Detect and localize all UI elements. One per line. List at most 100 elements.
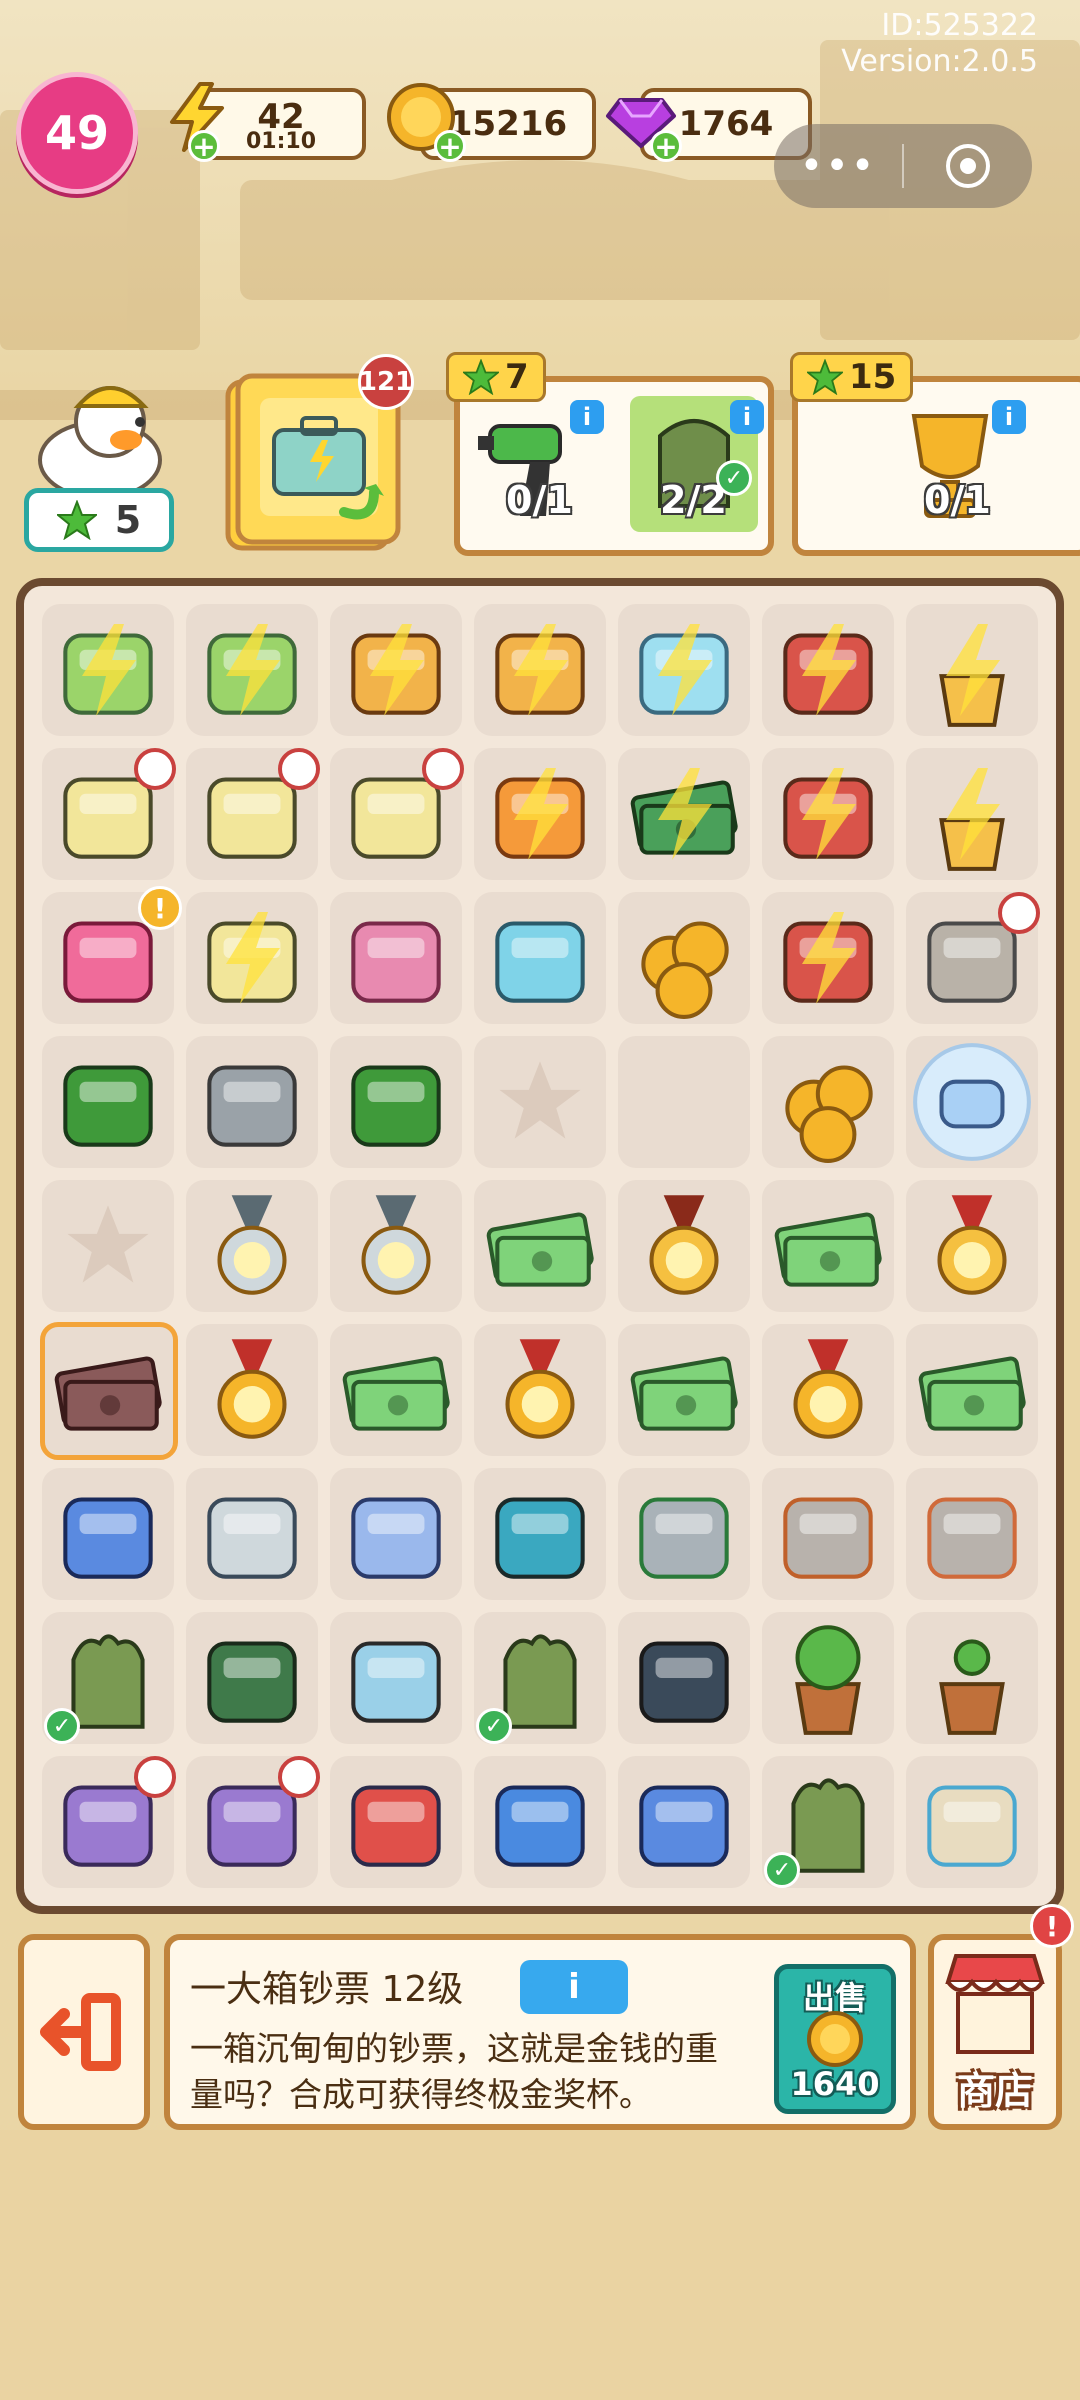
ab-wheel-icon[interactable] — [470, 1464, 610, 1604]
cash-bundle-stack-icon[interactable] — [614, 1320, 754, 1460]
coin-stack-icon[interactable] — [614, 888, 754, 1028]
item-info-panel: 一大箱钞票 12级 i 一箱沉甸甸的钞票，这就是金钱的重量吗？合成可获得终极金奖… — [164, 1934, 916, 2130]
hair-dryer-icon[interactable] — [38, 1464, 178, 1604]
item-title: 一大箱钞票 12级 — [190, 1969, 464, 2010]
hacksaw-icon[interactable] — [614, 1464, 754, 1604]
coin-icon — [807, 2011, 863, 2067]
order-2-item-1-progress: 0/1 — [924, 478, 991, 522]
energy-timer: 01:10 — [245, 129, 317, 154]
pliers-icon[interactable] — [326, 1032, 466, 1172]
push-up-bar-icon[interactable] — [182, 1608, 322, 1748]
wheelbarrow-tools-icon[interactable] — [758, 600, 898, 740]
ready-check-icon: ✓ — [44, 1708, 80, 1744]
cash-heap-icon[interactable] — [326, 1320, 466, 1460]
shop-button[interactable]: 商店 — [928, 1934, 1062, 2130]
wheelbarrow-tools-icon[interactable] — [758, 744, 898, 884]
order-1-stars: 7 — [505, 357, 529, 397]
board-cell[interactable] — [618, 1036, 750, 1168]
banknote-fan-icon[interactable] — [758, 1176, 898, 1316]
coin-pile-icon[interactable] — [758, 1032, 898, 1172]
gold-medal-crown-icon[interactable] — [182, 1320, 322, 1460]
bubble-pillow-icon[interactable] — [902, 1032, 1042, 1172]
potted-tree-icon[interactable] — [758, 1608, 898, 1748]
bath-tub-icon[interactable] — [614, 600, 754, 740]
hand-gripper-icon[interactable] — [182, 1464, 322, 1604]
more-menu-button[interactable]: ••• — [774, 143, 902, 189]
adjustable-wrench-icon[interactable] — [182, 1032, 322, 1172]
laptop-icon[interactable] — [182, 600, 322, 740]
cash-bundle-icon[interactable] — [902, 1320, 1042, 1460]
add-energy-button[interactable]: + — [188, 130, 220, 163]
player-id: ID:525322 — [881, 8, 1038, 43]
flower-pot-empty-icon[interactable] — [902, 744, 1042, 884]
close-target-button[interactable] — [904, 142, 1032, 190]
shop-alert-badge: ! — [1030, 1904, 1074, 1948]
potted-sprout-icon[interactable] — [902, 1608, 1042, 1748]
player-level: 49 — [44, 106, 109, 160]
green-star-icon — [807, 359, 843, 395]
order-1-item-2-info-button[interactable]: i — [730, 400, 764, 434]
gem-value: 1764 — [678, 104, 774, 144]
mini-program-capsule: ••• — [774, 124, 1032, 208]
worker-star-count: 5 — [24, 488, 174, 552]
player-level-badge[interactable]: 49 — [16, 72, 138, 194]
laptop-icon[interactable] — [38, 600, 178, 740]
order-1-reward: 7 — [446, 352, 546, 402]
build-info: ID:525322 Version:2.0.5 — [841, 8, 1038, 80]
wheelbarrow-tools-icon[interactable] — [758, 888, 898, 1028]
brick-icon[interactable] — [326, 888, 466, 1028]
coin-value: 15216 — [448, 104, 568, 144]
shop-label: 商店 — [956, 2069, 1033, 2113]
cooldown-timer-icon — [134, 748, 176, 790]
order-2-item-1-info-button[interactable]: i — [992, 400, 1026, 434]
order-1-item-1-info-button[interactable]: i — [570, 400, 604, 434]
duck-worker-icon — [38, 386, 162, 500]
cooldown-timer-icon — [278, 748, 320, 790]
order-2-reward: 15 — [790, 352, 914, 402]
cash-register-icon[interactable] — [614, 744, 754, 884]
gold-medal-1-icon[interactable] — [758, 1320, 898, 1460]
add-gems-button[interactable]: + — [650, 130, 682, 163]
merge-board: ✓ ✓ ✓! — [16, 578, 1064, 1914]
silver-medal-icon[interactable] — [182, 1176, 322, 1316]
selected-cell-highlight — [40, 1322, 178, 1460]
music-player-icon[interactable] — [470, 1752, 610, 1892]
generator-count: 121 — [358, 367, 414, 397]
wrist-roller-icon[interactable] — [326, 1608, 466, 1748]
sell-button[interactable]: 出售 1640 — [774, 1964, 896, 2114]
trash-bag-icon[interactable] — [614, 1608, 754, 1748]
hex-wrench-icon[interactable] — [38, 1032, 178, 1172]
item-info-button[interactable]: i — [520, 1960, 628, 2014]
star-empty-icon — [38, 1176, 178, 1316]
target-icon — [946, 144, 990, 188]
fruit-basket-icon[interactable] — [470, 744, 610, 884]
locker-open-icon[interactable] — [470, 600, 610, 740]
rubber-band-icon[interactable] — [470, 888, 610, 1028]
vr-goggles-icon[interactable] — [326, 1752, 466, 1892]
version-label: Version:2.0.5 — [841, 44, 1038, 79]
gold-ribbon-red-icon[interactable] — [902, 1176, 1042, 1316]
paint-bucket-icon[interactable] — [902, 1752, 1042, 1892]
silver-medal-icon[interactable] — [326, 1176, 466, 1316]
banknote-icon[interactable] — [470, 1176, 610, 1316]
add-coins-button[interactable]: + — [434, 130, 466, 163]
gold-medal-1-icon[interactable] — [470, 1320, 610, 1460]
worker-stars-value: 5 — [114, 498, 142, 542]
green-star-icon — [56, 500, 97, 540]
order-1-item-1-progress: 0/1 — [506, 478, 573, 522]
exit-arrow-icon — [40, 1993, 121, 2071]
sell-price: 1640 — [790, 2065, 880, 2103]
generator-count-badge: 121 — [358, 354, 414, 410]
background-floor — [0, 2130, 1080, 2400]
hammer-icon[interactable] — [902, 1464, 1042, 1604]
locker-icon[interactable] — [326, 600, 466, 740]
flower-pot-empty-icon[interactable] — [902, 600, 1042, 740]
pillow-icon[interactable] — [326, 1464, 466, 1604]
trowel-icon[interactable] — [758, 1464, 898, 1604]
shopping-cart-duck-icon[interactable] — [182, 888, 322, 1028]
gold-ribbon-icon[interactable] — [614, 1176, 754, 1316]
game-screen: ID:525322 Version:2.0.5 49 42 01:10 + 15… — [0, 0, 1080, 2400]
exit-button[interactable] — [18, 1934, 150, 2130]
cooldown-timer-icon — [278, 1756, 320, 1798]
hair-dryer-icon[interactable] — [614, 1752, 754, 1892]
